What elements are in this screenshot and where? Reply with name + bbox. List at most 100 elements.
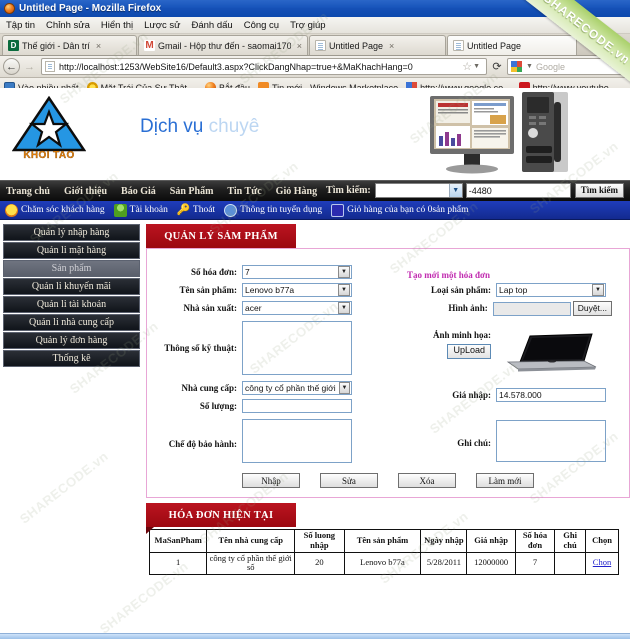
field-loai-san-pham: Loại sản phẩm: Lap top ▼	[401, 283, 612, 297]
field-value: 7	[245, 267, 250, 277]
sidebar-item-san-pham[interactable]: Sản phẩm	[3, 260, 140, 277]
nav-label: Chăm sóc khách hàng	[21, 205, 105, 215]
sidebar-item-quan-li-mat-hang[interactable]: Quản li mặt hàng	[3, 242, 140, 259]
reload-button-icon[interactable]: ⟳	[489, 58, 505, 75]
so-hoa-don-select[interactable]: 7 ▼	[242, 265, 352, 279]
col-ghi-chu: Ghi chú	[554, 529, 586, 553]
nav-thoat[interactable]: 🔑 Thoát	[177, 204, 215, 217]
nha-cung-cap-select[interactable]: công ty cổ phần thế giới số ▼	[242, 381, 352, 395]
tab-untitled-page-2[interactable]: Untitled Page	[447, 35, 577, 55]
cell-gia-nhap: 12000000	[466, 551, 516, 576]
nav-bao-gia[interactable]: Báo Giá	[121, 186, 156, 197]
site-header: KHOI TAO Dịch vụ chuyê	[0, 88, 630, 180]
menu-item-luoc-su[interactable]: Lược sử	[144, 20, 180, 31]
form-left-column: Số hóa đơn: 7 ▼ Tên sản phẩm: Lenovo b77…	[147, 265, 397, 467]
nav-thong-tin-tuyen-dung[interactable]: Thông tin tuyển dụng	[224, 203, 322, 217]
field-label: Thông số kỹ thuật:	[164, 343, 237, 353]
menu-item-tap-tin[interactable]: Tập tin	[6, 20, 35, 31]
field-label: Chế độ bảo hành:	[168, 439, 237, 449]
site-logo[interactable]: KHOI TAO	[12, 96, 86, 168]
field-label: Số lượng:	[199, 401, 237, 411]
sidebar-item-quan-li-nha-cung-cap[interactable]: Quản li nhà cung cấp	[3, 314, 140, 331]
menu-item-danh-dau[interactable]: Đánh dấu	[192, 20, 233, 31]
nha-san-xuat-select[interactable]: acer ▼	[242, 301, 352, 315]
site-search-button[interactable]: Tìm kiếm	[574, 183, 624, 198]
url-bar[interactable]: http://localhost:1253/WebSite16/Default3…	[41, 58, 487, 75]
che-do-bao-hanh-textarea[interactable]	[242, 419, 352, 463]
nav-trang-chu[interactable]: Trang chủ	[6, 186, 50, 197]
col-ten-san-pham: Tên sản phẩm	[343, 529, 422, 553]
sidebar-item-quan-li-khuyen-mai[interactable]: Quản li khuyến mãi	[3, 278, 140, 295]
hinh-anh-file-input[interactable]: Duyệt...	[492, 301, 612, 316]
tao-moi-hoa-don-link[interactable]: Tạo mới một hóa đơn	[407, 268, 490, 280]
field-so-hoa-don: Số hóa đơn: 7 ▼	[147, 265, 397, 279]
ghi-chu-textarea[interactable]	[496, 420, 606, 462]
nhap-button[interactable]: Nhập	[242, 473, 300, 488]
slogan-strong: Dịch vụ	[140, 116, 209, 137]
browse-button[interactable]: Duyệt...	[572, 301, 612, 316]
gia-nhap-input[interactable]: 14.578.000	[496, 388, 606, 402]
thong-so-textarea[interactable]	[242, 321, 352, 375]
field-label: Ảnh minh họa:	[432, 330, 491, 340]
page-favicon-icon	[315, 40, 326, 51]
file-path-field[interactable]	[492, 301, 571, 316]
chevron-down-icon[interactable]: ▼	[592, 284, 604, 296]
nav-san-pham[interactable]: Sản Phẩm	[170, 186, 214, 197]
menu-item-tro-giup[interactable]: Trợ giúp	[290, 20, 325, 31]
cell-so-hoa-don: 7	[514, 551, 556, 576]
field-value: acer	[245, 303, 262, 313]
form-action-bar: Nhập Sửa Xóa Làm mới	[147, 473, 629, 488]
chevron-down-icon[interactable]: ▼	[338, 302, 350, 314]
ten-san-pham-select[interactable]: Lenovo b77a ▼	[242, 283, 352, 297]
so-luong-input[interactable]	[242, 399, 352, 413]
chevron-down-icon[interactable]: ▼	[526, 63, 533, 70]
col-so-hoa-don: Số hóa đơn	[514, 529, 556, 553]
chevron-down-icon[interactable]: ▼	[473, 63, 480, 70]
nav-tin-tuc[interactable]: Tin Tức	[227, 186, 261, 197]
menu-item-cong-cu[interactable]: Công cụ	[244, 20, 279, 31]
site-search-input[interactable]: -4480	[465, 183, 571, 198]
forward-button-icon[interactable]: →	[21, 58, 38, 75]
field-ghi-chu: Ghi chú:	[401, 420, 612, 462]
menu-item-hien-thi[interactable]: Hiển thị	[101, 20, 133, 31]
chevron-down-icon[interactable]: ▼	[338, 266, 350, 278]
menu-item-chinh-sua[interactable]: Chỉnh sửa	[46, 20, 90, 31]
menu-bar[interactable]: Tập tin Chỉnh sửa Hiển thị Lược sử Đánh …	[0, 17, 630, 34]
sidebar-item-quan-li-tai-khoan[interactable]: Quản li tài khoản	[3, 296, 140, 313]
cell-chon[interactable]: Chọn	[585, 551, 619, 576]
dantri-favicon-icon: D	[8, 40, 19, 51]
sidebar-item-thong-ke[interactable]: Thống kê	[3, 350, 140, 367]
search-category-select[interactable]: ▼	[374, 183, 463, 198]
bookmark-star-icon[interactable]: ☆	[462, 60, 472, 73]
tab-label: Gmail - Hộp thư đến - saomai1707@gm...	[158, 40, 291, 51]
upload-button[interactable]: UpLoad	[447, 344, 491, 359]
chevron-down-icon[interactable]: ▼	[338, 382, 350, 394]
chon-link[interactable]: Chọn	[593, 557, 611, 568]
sidebar-item-quan-ly-nhap-hang[interactable]: Quản lý nhập hàng	[3, 224, 140, 241]
xoa-button[interactable]: Xóa	[398, 473, 456, 488]
tab-gmail[interactable]: M Gmail - Hộp thư đến - saomai1707@gm...…	[138, 35, 308, 55]
nav-gio-hang-status[interactable]: Giỏ hàng của bạn có 0sản phẩm	[331, 203, 469, 217]
cell-ghi-chu	[554, 551, 586, 576]
field-label: Số hóa đơn:	[190, 267, 237, 277]
tab-close-icon[interactable]: ×	[96, 41, 101, 51]
tab-close-icon[interactable]: ×	[297, 41, 302, 51]
nav-label: Giỏ hàng của bạn có 0sản phẩm	[347, 205, 469, 215]
nav-tai-khoan[interactable]: Tài khoản	[113, 203, 168, 217]
tab-untitled-page-1[interactable]: Untitled Page ×	[309, 35, 446, 55]
back-button-icon[interactable]: ←	[3, 58, 20, 75]
chevron-down-icon[interactable]: ▼	[448, 184, 462, 197]
nav-gio-hang[interactable]: Giỏ Hàng	[276, 186, 317, 197]
nav-cham-soc-khach-hang[interactable]: Chăm sóc khách hàng	[5, 203, 105, 217]
table-header-row: MaSanPham Tên nhà cung cấp Số luong nhập…	[148, 529, 619, 553]
chevron-down-icon[interactable]: ▼	[338, 284, 350, 296]
loai-san-pham-select[interactable]: Lap top ▼	[496, 283, 606, 297]
sidebar-item-quan-ly-don-hang[interactable]: Quản lý đơn hàng	[3, 332, 140, 349]
col-ten-nha-cung-cap: Tên nhà cung cấp	[206, 529, 296, 553]
tab-close-icon[interactable]: ×	[389, 41, 394, 51]
nav-gioi-thieu[interactable]: Giới thiệu	[64, 186, 107, 197]
sua-button[interactable]: Sửa	[320, 473, 378, 488]
invoice-table: MaSanPham Tên nhà cung cấp Số luong nhập…	[148, 529, 619, 576]
lam-moi-button[interactable]: Làm mới	[476, 473, 534, 488]
tab-the-gioi-dan-tri[interactable]: D Thế giới - Dân trí ×	[2, 35, 137, 55]
